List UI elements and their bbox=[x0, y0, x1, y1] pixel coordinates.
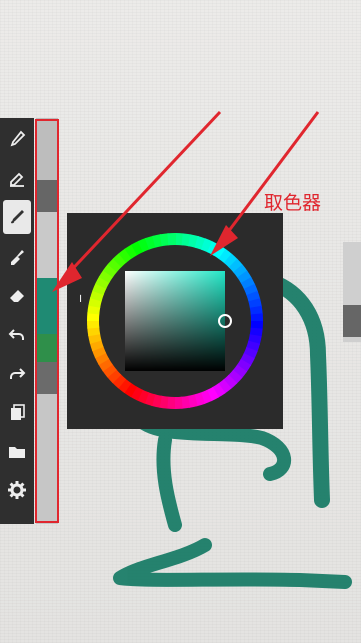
color-picker-popup: ╷ bbox=[67, 213, 283, 429]
highlight-box bbox=[35, 119, 59, 523]
eraser-icon bbox=[10, 290, 24, 302]
hue-ring-segment bbox=[87, 319, 100, 329]
smudge-icon bbox=[11, 250, 24, 265]
hue-ring-segment bbox=[167, 233, 177, 246]
stroke-bottom bbox=[113, 538, 352, 589]
hue-ring-segment bbox=[250, 313, 263, 323]
hue-ring-segment bbox=[173, 396, 183, 409]
tool-sidebar bbox=[0, 118, 34, 524]
tool-button-eyedropper[interactable] bbox=[3, 122, 31, 156]
pencil-underline-icon bbox=[10, 172, 24, 187]
color-picker-caption: 取色器 bbox=[264, 192, 322, 214]
tool-button-smudge[interactable] bbox=[3, 239, 31, 273]
tool-button-brush[interactable] bbox=[3, 200, 31, 234]
folder-icon bbox=[9, 447, 25, 458]
layers-icon bbox=[11, 404, 25, 420]
stroke-left-drop bbox=[156, 433, 182, 532]
tool-button-settings-gear[interactable] bbox=[3, 473, 31, 507]
eyedropper-icon bbox=[10, 130, 26, 147]
tool-button-layers[interactable] bbox=[3, 395, 31, 429]
color-wheel[interactable]: ╷ bbox=[67, 213, 283, 429]
tool-button-pencil-underline[interactable] bbox=[3, 161, 31, 195]
right-panel-tab-dark[interactable] bbox=[343, 305, 361, 337]
redo-icon bbox=[10, 368, 26, 379]
picker-mark: ╷ bbox=[77, 288, 84, 302]
tool-button-undo[interactable] bbox=[3, 317, 31, 351]
brush-icon bbox=[11, 210, 24, 224]
tool-button-folder[interactable] bbox=[3, 434, 31, 468]
tool-button-eraser[interactable] bbox=[3, 278, 31, 312]
undo-icon bbox=[8, 329, 24, 340]
settings-gear-icon bbox=[8, 481, 26, 499]
tool-button-redo[interactable] bbox=[3, 356, 31, 390]
